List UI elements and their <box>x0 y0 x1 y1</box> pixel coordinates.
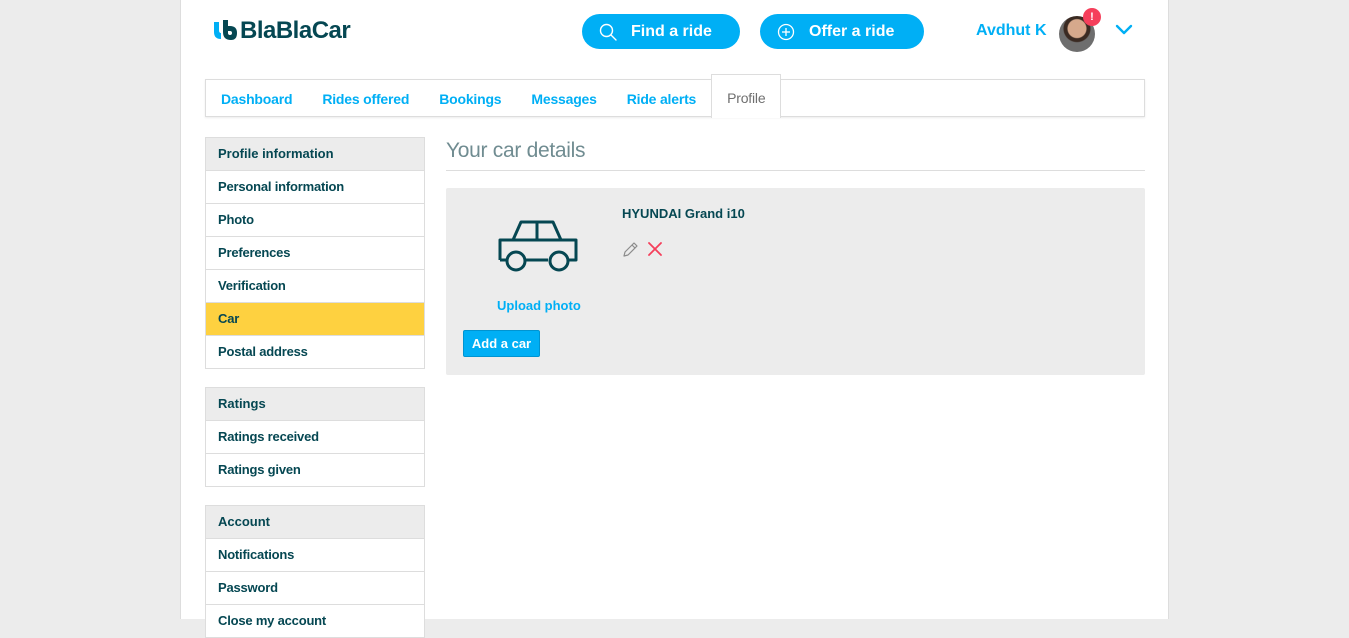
tab-rides-offered[interactable]: Rides offered <box>307 80 424 116</box>
find-ride-label: Find a ride <box>631 22 712 40</box>
search-icon <box>599 23 617 41</box>
logo-text: BlaBlaCar <box>240 17 351 44</box>
pencil-icon[interactable] <box>621 241 639 259</box>
blablacar-logo[interactable]: BlaBlaCar <box>211 17 351 45</box>
sidebar-item-verification[interactable]: Verification <box>206 270 424 303</box>
offer-ride-label: Offer a ride <box>809 22 895 40</box>
notification-badge: ! <box>1083 8 1101 26</box>
logo-icon <box>214 20 237 40</box>
main-tabs: Dashboard Rides offered Bookings Message… <box>205 74 1145 118</box>
tab-messages[interactable]: Messages <box>516 80 611 116</box>
sidebar-item-postal-address[interactable]: Postal address <box>206 336 424 368</box>
upload-photo-link[interactable]: Upload photo <box>497 298 581 313</box>
sidebar-item-password[interactable]: Password <box>206 572 424 605</box>
find-ride-button[interactable]: Find a ride <box>582 14 740 49</box>
sidebar-ratings-group: Ratings Ratings received Ratings given <box>205 387 425 487</box>
sidebar-heading-profile: Profile information <box>206 138 424 171</box>
tab-profile[interactable]: Profile <box>711 74 782 118</box>
avatar[interactable]: ! <box>1059 8 1101 52</box>
chevron-down-icon[interactable] <box>1115 24 1133 36</box>
tab-ride-alerts[interactable]: Ride alerts <box>612 80 711 116</box>
tab-dashboard[interactable]: Dashboard <box>206 80 307 116</box>
car-card: Upload photo Add a car HYUNDAI Grand i10 <box>446 188 1145 375</box>
sidebar-item-ratings-given[interactable]: Ratings given <box>206 454 424 486</box>
sidebar-item-personal-information[interactable]: Personal information <box>206 171 424 204</box>
sidebar-item-photo[interactable]: Photo <box>206 204 424 237</box>
add-car-button[interactable]: Add a car <box>463 330 540 357</box>
sidebar-profile-group: Profile information Personal information… <box>205 137 425 369</box>
sidebar-heading-ratings: Ratings <box>206 388 424 421</box>
page-container: BlaBlaCar Find a ride Offer a ride Avdhu… <box>180 0 1169 638</box>
sidebar-heading-account: Account <box>206 506 424 539</box>
tab-bookings[interactable]: Bookings <box>424 80 516 116</box>
user-name[interactable]: Avdhut K <box>976 22 1047 40</box>
sidebar-item-close-account[interactable]: Close my account <box>206 605 424 637</box>
close-icon[interactable] <box>647 241 663 257</box>
sidebar-account-group: Account Notifications Password Close my … <box>205 505 425 638</box>
offer-ride-button[interactable]: Offer a ride <box>760 14 924 49</box>
title-divider <box>446 170 1145 171</box>
sidebar-item-car[interactable]: Car <box>206 303 424 336</box>
car-icon <box>498 220 578 272</box>
page-title: Your car details <box>446 139 586 162</box>
sidebar-item-ratings-received[interactable]: Ratings received <box>206 421 424 454</box>
plus-circle-icon <box>777 23 795 40</box>
sidebar-item-preferences[interactable]: Preferences <box>206 237 424 270</box>
car-name: HYUNDAI Grand i10 <box>622 206 745 221</box>
sidebar-item-notifications[interactable]: Notifications <box>206 539 424 572</box>
